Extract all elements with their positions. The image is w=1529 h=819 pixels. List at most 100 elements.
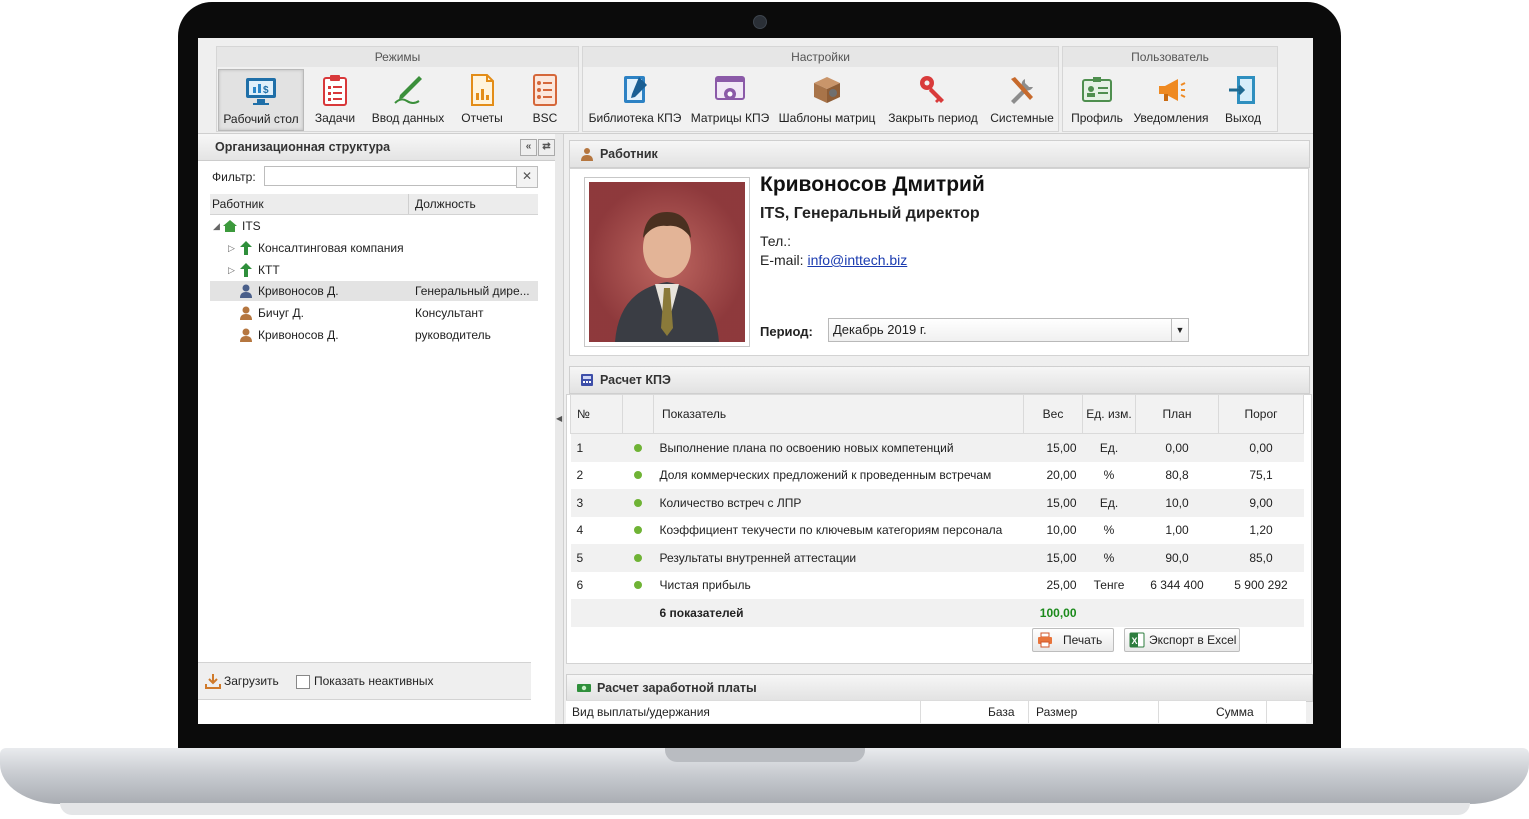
ribbon-group-title: Режимы <box>217 47 578 67</box>
splitter-arrow-icon[interactable]: ◀ <box>556 414 562 423</box>
ribbon-group-title: Пользователь <box>1063 47 1277 67</box>
refresh-icon[interactable]: ⇄ <box>538 139 555 156</box>
filter-label: Фильтр: <box>212 170 256 184</box>
table-row[interactable]: 2 Доля коммерческих предложений к провед… <box>571 462 1304 490</box>
data-entry-button-label: Ввод данных <box>371 111 445 125</box>
kpi-table: № Показатель Вес Ед. изм. План Порог 1 В… <box>570 394 1304 627</box>
notifications-button[interactable]: Уведомления <box>1131 69 1211 129</box>
cell-indicator: Коэффициент текучести по ключевым катего… <box>659 523 1003 538</box>
tree-item-consulting[interactable]: ▷ Консалтинговая компания <box>210 238 538 258</box>
reports-button[interactable]: Отчеты <box>454 69 510 129</box>
tools-icon <box>1011 77 1033 104</box>
print-button[interactable]: Печать <box>1032 628 1114 652</box>
bsc-button[interactable]: BSC <box>517 69 573 129</box>
tree-item-its[interactable]: ◢ ITS <box>210 216 538 236</box>
cell-unit: Ед. <box>1082 489 1136 517</box>
table-row[interactable]: 5 Результаты внутренней аттестации 15,00… <box>570 544 1304 572</box>
cell-weight: 15,00 <box>1023 433 1083 462</box>
cell-threshold: 85,0 <box>1218 544 1304 572</box>
col-payment-type[interactable]: Вид выплаты/удержания <box>572 705 710 719</box>
laptop-shadow <box>60 803 1470 815</box>
col-unit[interactable]: Ед. изм. <box>1082 394 1136 434</box>
col-size[interactable]: Размер <box>1036 705 1077 719</box>
download-icon[interactable] <box>204 672 222 690</box>
expand-icon[interactable]: ▷ <box>228 238 235 258</box>
expand-icon[interactable]: ◢ <box>213 216 220 236</box>
home-org-icon <box>223 220 237 232</box>
profile-button[interactable]: Профиль <box>1065 69 1129 129</box>
col-base[interactable]: База <box>988 705 1015 719</box>
table-row[interactable]: 4 Коэффициент текучести по ключевым кате… <box>571 517 1304 545</box>
tree-item-employee[interactable]: Бичуг Д. Консультант <box>210 303 538 323</box>
cell-unit: % <box>1103 523 1115 538</box>
matrix-templates-button[interactable]: Шаблоны матриц <box>777 69 877 129</box>
box-icon <box>814 77 840 103</box>
status-dot-icon <box>634 581 642 590</box>
system-button[interactable]: Системные <box>987 69 1057 129</box>
cell-plan: 10,0 <box>1135 489 1219 517</box>
table-row[interactable]: 1 Выполнение плана по освоению новых ком… <box>570 433 1304 462</box>
show-inactive-checkbox[interactable] <box>296 675 310 689</box>
col-employee[interactable]: Работник <box>212 197 264 211</box>
app-screen: Режимы $ Рабочий стол Задачи Ввод данных… <box>198 38 1313 724</box>
kpi-library-button[interactable]: Библиотека КПЭ <box>587 69 683 129</box>
ribbon: Режимы $ Рабочий стол Задачи Ввод данных… <box>198 38 1313 134</box>
matrix-gear-icon <box>715 76 745 100</box>
tree-item-employee-selected[interactable]: Кривоносов Д. Генеральный дире... <box>210 281 538 301</box>
period-select[interactable]: Декабрь 2019 г. ▼ <box>828 318 1189 342</box>
user-icon <box>581 148 593 161</box>
cell-indicator: Выполнение плана по освоению новых компе… <box>653 433 1024 462</box>
col-position[interactable]: Должность <box>408 194 476 214</box>
cell-no: 6 <box>576 578 584 593</box>
cell-unit: Тенге <box>1093 578 1125 593</box>
tasks-button[interactable]: Задачи <box>307 69 363 129</box>
email-label: E-mail: <box>760 252 804 268</box>
email-link[interactable]: info@inttech.biz <box>807 252 907 268</box>
tree-item-employee[interactable]: Кривоносов Д. руководитель <box>210 325 538 345</box>
chevron-down-icon[interactable]: ▼ <box>1171 319 1188 341</box>
pen-icon <box>394 76 422 104</box>
svg-text:$: $ <box>263 85 269 96</box>
bsc-button-label: BSC <box>532 111 558 125</box>
col-sum[interactable]: Сумма <box>1216 705 1254 719</box>
table-row[interactable]: 6 Чистая прибыль 25,00 Тенге 6 344 400 5… <box>571 572 1304 600</box>
export-excel-button[interactable]: X Экспорт в Excel <box>1124 628 1240 652</box>
cell-plan: 90,0 <box>1135 544 1219 572</box>
close-period-button[interactable]: Закрыть период <box>883 69 983 129</box>
collapse-panel-icon[interactable]: « <box>520 139 537 156</box>
cell-threshold: 5 900 292 <box>1234 578 1288 593</box>
ribbon-group-user: Пользователь Профиль Уведомления Выход <box>1062 46 1278 132</box>
cell-plan: 1,00 <box>1165 523 1189 538</box>
data-entry-button[interactable]: Ввод данных <box>367 69 449 129</box>
department-icon <box>240 263 252 277</box>
desktop-button[interactable]: $ Рабочий стол <box>218 69 304 131</box>
filter-input[interactable] <box>264 166 518 186</box>
col-status <box>622 394 654 434</box>
cell-unit: Ед. <box>1082 433 1136 462</box>
clear-filter-icon[interactable]: ✕ <box>516 166 538 188</box>
exit-button[interactable]: Выход <box>1215 69 1271 129</box>
employee-phone-label: Тел.: <box>760 233 792 249</box>
status-dot-icon <box>634 443 642 452</box>
ribbon-group-title: Настройки <box>583 47 1058 67</box>
kpi-matrix-button-label: Матрицы КПЭ <box>690 111 770 125</box>
col-threshold[interactable]: Порог <box>1218 394 1304 434</box>
col-no[interactable]: № <box>570 394 623 434</box>
table-row[interactable]: 3 Количество встреч с ЛПР 15,00 Ед. 10,0… <box>570 489 1304 517</box>
employee-card: Кривоносов Дмитрий ITS, Генеральный дире… <box>569 168 1309 356</box>
kpi-matrix-button[interactable]: Матрицы КПЭ <box>687 69 773 129</box>
user-icon <box>240 328 252 342</box>
cell-no: 5 <box>570 544 623 572</box>
ribbon-group-modes: Режимы $ Рабочий стол Задачи Ввод данных… <box>216 46 579 132</box>
tree-item-ktt[interactable]: ▷ КТТ <box>210 260 538 280</box>
load-button[interactable]: Загрузить <box>224 674 279 688</box>
table-total-row: 6 показателей 100,00 <box>570 599 1304 627</box>
col-indicator[interactable]: Показатель <box>653 394 1024 434</box>
panel-splitter[interactable]: ◀ <box>555 134 564 724</box>
expand-icon[interactable]: ▷ <box>228 260 235 280</box>
col-weight[interactable]: Вес <box>1023 394 1083 434</box>
show-inactive-label: Показать неактивных <box>314 674 434 688</box>
tree-item-position: руководитель <box>415 328 491 342</box>
filter-row: Фильтр: ✕ <box>212 166 539 188</box>
col-plan[interactable]: План <box>1135 394 1219 434</box>
